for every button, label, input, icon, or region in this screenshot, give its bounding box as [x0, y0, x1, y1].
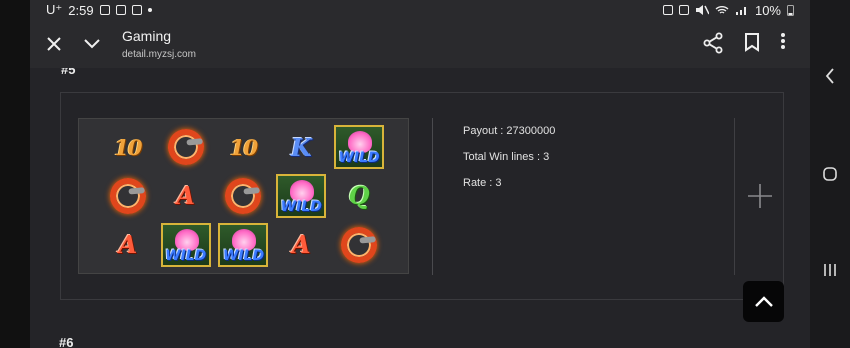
battery-percent: 10% — [754, 2, 781, 18]
more-notifications-dot — [147, 8, 152, 12]
alarm-icon — [678, 5, 689, 15]
browser-toolbar: Gaming detail.myzsj.com — [30, 20, 810, 68]
wild-symbol: WILD — [160, 222, 212, 268]
payout-text: Payout : 27300000 — [463, 125, 556, 137]
ring-icon — [161, 123, 210, 172]
symbol-a: A — [275, 222, 327, 268]
more-vertical-icon — [781, 33, 785, 49]
section-label: #6 — [59, 335, 74, 348]
more-options-button[interactable] — [780, 32, 800, 56]
home-button[interactable] — [820, 164, 840, 184]
clock: 2:59 — [68, 2, 94, 18]
symbol-label: Q — [348, 181, 370, 211]
ring-icon — [103, 172, 152, 220]
divider — [734, 118, 735, 275]
wild-symbol: WILD — [275, 173, 327, 219]
battery-saver-icon — [662, 5, 673, 15]
symbol-q: Q — [333, 173, 385, 219]
minimize-button[interactable] — [78, 30, 106, 58]
page-content[interactable]: #5 10 10 K WILD A WILD Q A WILD WILD A Payout : 27… — [30, 68, 810, 348]
wild-tile: WILD — [218, 222, 269, 267]
share-button[interactable] — [702, 32, 726, 56]
symbol-10: 10 — [102, 124, 154, 170]
ring-symbol-icon — [217, 172, 269, 220]
chevron-down-icon — [84, 39, 100, 49]
symbol-10: 10 — [217, 124, 269, 170]
ring-symbol-icon — [160, 123, 212, 172]
system-nav-bar — [810, 0, 850, 348]
symbol-label: 10 — [114, 134, 142, 160]
wild-symbol: WILD — [333, 124, 385, 170]
bookmark-icon — [745, 33, 759, 52]
wild-label: WILD — [338, 150, 380, 167]
wild-label: WILD — [165, 247, 207, 264]
ring-symbol-icon — [333, 220, 385, 269]
recents-button[interactable] — [820, 260, 840, 280]
recents-icon — [824, 264, 836, 276]
wild-tile: WILD — [160, 222, 211, 267]
mute-icon — [695, 5, 709, 15]
expand-button[interactable] — [747, 183, 773, 209]
home-icon — [823, 167, 837, 181]
wild-symbol: WILD — [217, 222, 269, 268]
close-button[interactable] — [40, 30, 68, 58]
wild-tile: WILD — [334, 125, 385, 170]
plus-icon — [748, 184, 772, 208]
close-icon — [47, 37, 61, 51]
wild-label: WILD — [222, 247, 265, 264]
page-title-block: Gaming detail.myzsj.com — [122, 28, 196, 60]
battery-icon — [787, 5, 794, 16]
win-lines-text: Total Win lines : 3 — [463, 151, 550, 163]
scroll-to-top-button[interactable] — [743, 281, 784, 322]
status-bar: U⁺ 2:59 10% — [30, 0, 810, 20]
ring-icon — [335, 220, 383, 269]
back-button[interactable] — [820, 66, 840, 86]
bookmark-button[interactable] — [744, 32, 768, 56]
status-left: U⁺ 2:59 — [46, 2, 152, 18]
wild-tile: WILD — [276, 173, 327, 218]
symbol-label: 10 — [229, 134, 258, 160]
alert-icon — [131, 5, 142, 15]
chevron-up-icon — [754, 296, 773, 307]
symbol-a: A — [102, 222, 154, 268]
symbol-k: K — [275, 124, 327, 170]
slot-reels: 10 10 K WILD A WILD Q A WILD WILD A — [78, 118, 409, 274]
symbol-label: K — [290, 132, 312, 162]
instagram-icon — [115, 5, 126, 15]
page-title: Gaming — [122, 28, 172, 44]
page-url: detail.myzsj.com — [122, 49, 196, 60]
status-right: 10% — [662, 2, 794, 18]
device-bezel — [0, 0, 30, 348]
wild-label: WILD — [280, 198, 322, 215]
carrier-label: U⁺ — [46, 2, 63, 17]
symbol-label: A — [291, 230, 311, 260]
signal-icon — [735, 7, 746, 15]
notification-icon — [99, 5, 110, 15]
share-icon — [703, 32, 723, 54]
wifi-icon — [715, 6, 729, 14]
section-label: #5 — [61, 68, 76, 77]
symbol-label: A — [118, 230, 138, 260]
symbol-a: A — [160, 173, 212, 219]
ring-symbol-icon — [102, 172, 154, 220]
spin-result-card: 10 10 K WILD A WILD Q A WILD WILD A Payout : 27300… — [60, 92, 784, 300]
rate-text: Rate : 3 — [463, 177, 502, 189]
result-info: Payout : 27300000 Total Win lines : 3 Ra… — [463, 125, 555, 203]
symbol-label: A — [176, 181, 195, 211]
ring-icon — [219, 172, 268, 220]
divider — [432, 118, 433, 275]
chevron-left-icon — [825, 68, 834, 84]
